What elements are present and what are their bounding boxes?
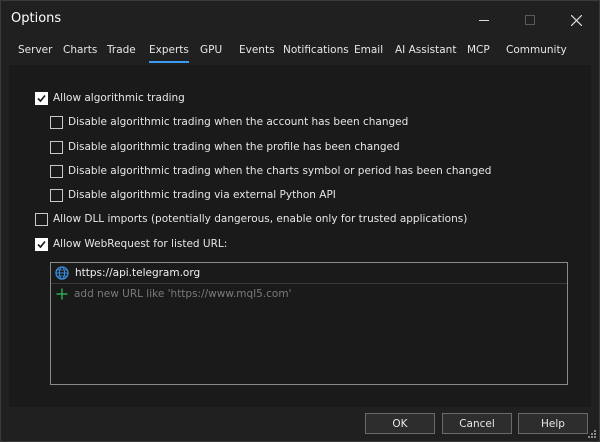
maximize-button[interactable]	[507, 1, 553, 39]
add-url-row[interactable]: add new URL like 'https://www.mql5.com'	[51, 284, 567, 304]
tab-mcp[interactable]: MCP	[467, 44, 490, 62]
allow-algo-trading-label: Allow algorithmic trading	[53, 92, 185, 104]
tab-charts[interactable]: Charts	[63, 44, 97, 62]
disable-via-python-api-label: Disable algorithmic trading via external…	[68, 189, 336, 201]
maximize-icon	[525, 15, 535, 25]
tab-strip: Server Charts Trade Experts GPU Events N…	[1, 41, 599, 65]
close-button[interactable]	[553, 1, 599, 39]
tab-notifications[interactable]: Notifications	[283, 44, 349, 62]
globe-icon	[55, 266, 69, 280]
checkmark-icon	[37, 240, 46, 248]
add-url-placeholder: add new URL like 'https://www.mql5.com'	[74, 288, 292, 300]
tab-events[interactable]: Events	[239, 44, 275, 62]
close-icon	[570, 14, 582, 26]
tab-trade[interactable]: Trade	[107, 44, 136, 62]
tab-experts[interactable]: Experts	[149, 44, 189, 63]
tab-server[interactable]: Server	[18, 44, 52, 62]
disable-on-profile-change-option[interactable]: Disable algorithmic trading when the pro…	[50, 139, 400, 155]
ok-button[interactable]: OK	[365, 413, 435, 434]
url-list[interactable]: https://api.telegram.org add new URL lik…	[50, 262, 568, 385]
allow-algo-trading-option[interactable]: Allow algorithmic trading	[35, 90, 185, 106]
tab-email[interactable]: Email	[354, 44, 383, 62]
allow-dll-imports-label: Allow DLL imports (potentially dangerous…	[53, 213, 468, 225]
disable-on-symbol-change-checkbox[interactable]	[50, 164, 63, 178]
disable-on-symbol-change-label: Disable algorithmic trading when the cha…	[68, 165, 492, 177]
add-icon	[56, 288, 68, 300]
cancel-button[interactable]: Cancel	[442, 413, 512, 434]
disable-via-python-api-checkbox[interactable]	[50, 188, 63, 202]
help-button[interactable]: Help	[518, 413, 588, 434]
disable-on-account-change-label: Disable algorithmic trading when the acc…	[68, 116, 409, 128]
minimize-icon	[479, 20, 489, 21]
disable-on-symbol-change-option[interactable]: Disable algorithmic trading when the cha…	[50, 163, 491, 179]
dialog-footer: OK Cancel Help	[1, 407, 599, 441]
allow-webrequest-label: Allow WebRequest for listed URL:	[53, 238, 228, 250]
disable-on-profile-change-label: Disable algorithmic trading when the pro…	[68, 141, 400, 153]
tab-gpu[interactable]: GPU	[200, 44, 222, 62]
allow-algo-trading-checkbox[interactable]	[35, 91, 48, 105]
allow-dll-imports-checkbox[interactable]	[35, 212, 48, 226]
experts-panel: Allow algorithmic trading Disable algori…	[9, 65, 591, 407]
disable-via-python-api-option[interactable]: Disable algorithmic trading via external…	[50, 187, 336, 203]
minimize-button[interactable]	[461, 1, 507, 39]
allow-webrequest-checkbox[interactable]	[35, 237, 48, 251]
disable-on-account-change-checkbox[interactable]	[50, 115, 63, 129]
url-text: https://api.telegram.org	[75, 267, 201, 279]
allow-dll-imports-option[interactable]: Allow DLL imports (potentially dangerous…	[35, 211, 467, 227]
url-list-item[interactable]: https://api.telegram.org	[51, 263, 567, 284]
tab-ai-assistant[interactable]: AI Assistant	[395, 44, 456, 62]
disable-on-profile-change-checkbox[interactable]	[50, 140, 63, 154]
checkmark-icon	[37, 94, 46, 102]
window-title: Options	[11, 11, 62, 26]
resize-grip-icon[interactable]	[588, 430, 597, 439]
tab-community[interactable]: Community	[506, 44, 567, 62]
options-window: Options Server Charts Trade Experts GPU …	[0, 0, 600, 442]
title-bar: Options	[1, 1, 599, 39]
disable-on-account-change-option[interactable]: Disable algorithmic trading when the acc…	[50, 114, 408, 130]
allow-webrequest-option[interactable]: Allow WebRequest for listed URL:	[35, 236, 227, 252]
